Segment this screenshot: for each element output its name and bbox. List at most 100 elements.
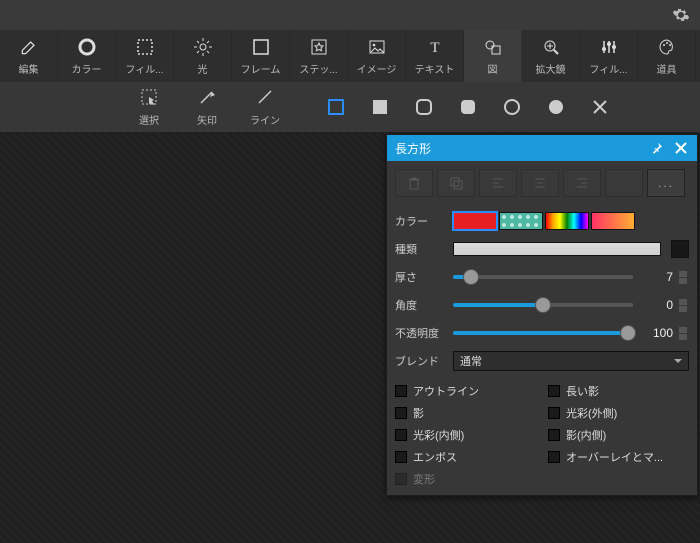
delete-button[interactable]	[395, 169, 433, 197]
stroke-type-selector[interactable]	[453, 242, 661, 256]
chk-outline[interactable]: アウトライン	[395, 383, 536, 399]
chk-emboss[interactable]: エンボス	[395, 449, 536, 465]
color-row: カラー	[395, 207, 689, 235]
marquee-icon	[140, 88, 158, 109]
chk-long-shadow[interactable]: 長い影	[548, 383, 689, 399]
thickness-stepper[interactable]	[679, 271, 689, 284]
tool-filter2[interactable]: フィル...	[580, 30, 638, 82]
tool-label: 編集	[19, 61, 39, 76]
blend-row: ブレンド 通常	[395, 347, 689, 375]
swatch-gradient[interactable]	[591, 212, 635, 230]
tool-frame[interactable]: フレーム	[232, 30, 290, 82]
checkbox[interactable]	[548, 429, 560, 441]
chk-shadow[interactable]: 影	[395, 405, 536, 421]
shape-close[interactable]	[578, 82, 622, 132]
duplicate-button[interactable]	[437, 169, 475, 197]
thickness-row: 厚さ 7	[395, 263, 689, 291]
tool-label: フィル...	[589, 61, 627, 76]
opacity-label: 不透明度	[395, 325, 447, 341]
checkbox	[395, 473, 407, 485]
tool-label: ステッ...	[299, 61, 337, 76]
pin-icon[interactable]	[649, 140, 665, 156]
tool-sticker[interactable]: ステッ...	[290, 30, 348, 82]
align-right-button[interactable]	[563, 169, 601, 197]
thickness-slider[interactable]	[453, 275, 633, 279]
shape-roundrect-outline[interactable]	[402, 82, 446, 132]
chk-overlay[interactable]: オーバーレイとマ...	[548, 449, 689, 465]
tool-label: 道具	[657, 61, 677, 76]
tool-filter[interactable]: フィル...	[116, 30, 174, 82]
swatch-rainbow[interactable]	[545, 212, 589, 230]
checkbox[interactable]	[395, 385, 407, 397]
checkbox[interactable]	[395, 451, 407, 463]
type-label: 種類	[395, 241, 447, 257]
color-swatches	[453, 212, 635, 230]
tool-light[interactable]: 光	[174, 30, 232, 82]
thickness-label: 厚さ	[395, 269, 447, 285]
sun-icon	[193, 37, 213, 57]
tool-label: イメージ	[357, 61, 397, 76]
shape-circle-fill[interactable]	[534, 82, 578, 132]
shape-circle-outline[interactable]	[490, 82, 534, 132]
opacity-slider[interactable]	[453, 331, 633, 335]
text-icon: T	[425, 37, 445, 57]
close-icon[interactable]	[673, 140, 689, 156]
checkbox[interactable]	[548, 385, 560, 397]
checkbox[interactable]	[395, 407, 407, 419]
blend-value: 通常	[460, 353, 482, 369]
angle-row: 角度 0	[395, 291, 689, 319]
align-center-button[interactable]	[521, 169, 559, 197]
panel-header[interactable]: 長方形	[387, 135, 697, 161]
tool-magnify[interactable]: 拡大鏡	[522, 30, 580, 82]
palette-icon	[657, 37, 677, 57]
chk-label: 長い影	[566, 383, 599, 399]
tool-shape[interactable]: 図	[464, 30, 522, 82]
subtool-line[interactable]: ライン	[236, 82, 294, 132]
shapes-icon	[483, 37, 503, 57]
color-label: カラー	[395, 213, 447, 229]
subtool-arrow[interactable]: 矢印	[178, 82, 236, 132]
image-icon	[367, 37, 387, 57]
chk-inner-shadow[interactable]: 影(内側)	[548, 427, 689, 443]
tool-label: フレーム	[241, 61, 281, 76]
tool-color[interactable]: カラー	[58, 30, 116, 82]
shape-rect-outline[interactable]	[314, 82, 358, 132]
chk-label: 変形	[413, 471, 435, 487]
magnify-icon	[541, 37, 561, 57]
chk-label: アウトライン	[413, 383, 479, 399]
subtool-label: ライン	[250, 112, 280, 127]
swatch-pattern[interactable]	[499, 212, 543, 230]
tool-image[interactable]: イメージ	[348, 30, 406, 82]
subtool-label: 矢印	[197, 112, 217, 127]
angle-stepper[interactable]	[679, 299, 689, 312]
swatch-solid[interactable]	[453, 212, 497, 230]
opacity-stepper[interactable]	[679, 327, 689, 340]
thickness-value: 7	[639, 270, 673, 284]
angle-slider[interactable]	[453, 303, 633, 307]
chk-inner-glow[interactable]: 光彩(内側)	[395, 427, 536, 443]
gear-icon[interactable]	[672, 6, 690, 24]
shape-subtoolbar: 選択 矢印 ライン	[0, 82, 700, 132]
menubar	[0, 0, 700, 30]
tool-tools[interactable]: 道具	[638, 30, 696, 82]
sliders-icon	[599, 37, 619, 57]
shape-roundrect-fill[interactable]	[446, 82, 490, 132]
subtool-label: 選択	[139, 112, 159, 127]
chk-outer-glow[interactable]: 光彩(外側)	[548, 405, 689, 421]
blank-button[interactable]	[605, 169, 643, 197]
checkbox[interactable]	[395, 429, 407, 441]
tool-edit[interactable]: 編集	[0, 30, 58, 82]
checkbox[interactable]	[548, 451, 560, 463]
subtool-select[interactable]: 選択	[120, 82, 178, 132]
checkbox[interactable]	[548, 407, 560, 419]
tool-label: フィル...	[125, 61, 163, 76]
ring-icon	[77, 37, 97, 57]
more-button[interactable]: ...	[647, 169, 685, 197]
fill-type-toggle[interactable]	[671, 240, 689, 258]
align-left-button[interactable]	[479, 169, 517, 197]
properties-panel: 長方形 ... カラー 種類 厚	[386, 134, 698, 496]
blend-dropdown[interactable]: 通常	[453, 351, 689, 371]
tool-text[interactable]: T テキスト	[406, 30, 464, 82]
filter-icon	[135, 37, 155, 57]
shape-rect-fill[interactable]	[358, 82, 402, 132]
